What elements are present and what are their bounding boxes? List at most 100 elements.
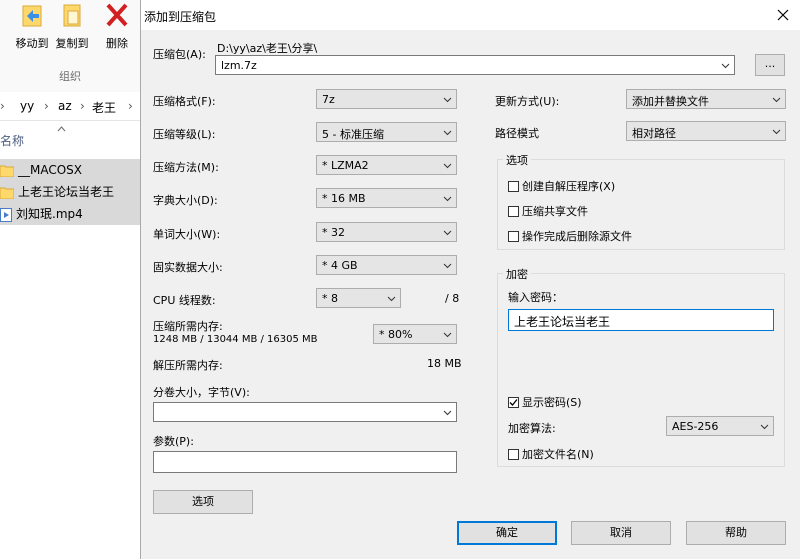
update-mode-select[interactable]: 添加并替换文件 [626,89,786,109]
level-select[interactable]: 5 - 标准压缩 [316,122,457,142]
help-button[interactable]: 帮助 [686,521,786,545]
update-mode-label: 更新方式(U): [495,95,560,108]
chevron-down-icon [721,63,730,69]
decompress-memory-value: 18 MB [427,357,462,370]
breadcrumb-separator-icon: › [0,99,5,113]
encryption-method-value: AES-256 [672,420,719,433]
sfx-checkbox-label: 创建自解压程序(X) [522,180,616,193]
solid-size-select[interactable]: * 4 GB [316,255,457,275]
volume-size-label: 分卷大小，字节(V): [153,386,250,399]
sfx-checkbox[interactable]: 创建自解压程序(X) [508,178,615,194]
decompress-memory-label: 解压所需内存: [153,359,223,372]
close-button[interactable] [769,2,797,28]
memory-usage-select[interactable]: * 80% [373,324,457,344]
delete-button[interactable]: 删除 [97,0,137,51]
chevron-down-icon [772,129,781,135]
file-name: __MACOSX [18,163,83,177]
shared-files-checkbox-label: 压缩共享文件 [522,205,588,218]
dictionary-select[interactable]: * 16 MB [316,188,457,208]
show-password-checkbox[interactable]: 显示密码(S) [508,394,582,410]
file-row[interactable]: 上老王论坛当老王 [0,181,140,203]
chevron-down-icon [760,424,769,430]
dialog-title: 添加到压缩包 [144,10,217,24]
archive-path: D:\yy\az\老王\分享\ [217,42,318,55]
breadcrumb-separator-icon: › [80,99,85,113]
checkbox-box[interactable] [508,231,519,242]
compress-memory-detail: 1248 MB / 13044 MB / 16305 MB [153,334,318,345]
folder-icon [0,187,14,199]
file-row[interactable]: __MACOSX [0,159,140,181]
password-label: 输入密码： [508,291,563,304]
format-select[interactable]: 7z [316,89,457,109]
memory-usage-value: * 80% [379,328,413,341]
delete-icon [106,3,128,27]
breadcrumb-item[interactable]: az [58,99,72,113]
browse-button[interactable]: ... [755,54,785,76]
parameters-input[interactable] [153,451,457,473]
path-mode-value: 相对路径 [632,127,676,140]
method-value: * LZMA2 [322,159,369,172]
encryption-group-title: 加密 [503,266,531,282]
checkbox-box[interactable] [508,397,519,408]
format-value: 7z [322,93,335,106]
chevron-down-icon [443,410,452,416]
volume-size-combobox[interactable] [153,402,457,422]
breadcrumb-separator-icon: › [44,99,49,113]
chevron-down-icon [387,296,396,302]
encrypt-names-checkbox[interactable]: 加密文件名(N) [508,446,594,462]
ok-button[interactable]: 确定 [457,521,557,545]
solid-size-label: 固实数据大小: [153,261,223,274]
address-bar[interactable]: › yy › az › 老王 › [0,92,140,121]
dictionary-value: * 16 MB [322,192,366,205]
password-input[interactable]: 上老王论坛当老王 [508,309,774,331]
checkbox-box[interactable] [508,206,519,217]
show-password-label: 显示密码(S) [522,396,582,409]
chevron-down-icon [443,196,452,202]
breadcrumb-separator-icon: › [128,99,133,113]
options-button[interactable]: 选项 [153,490,253,514]
move-to-button[interactable]: 移动到 [12,0,52,51]
column-header[interactable]: 名称 [0,122,140,152]
compress-memory-label: 压缩所需内存: [153,320,223,333]
method-label: 压缩方法(M): [153,161,219,174]
file-name: 刘知珉.mp4 [16,207,83,221]
chevron-down-icon [443,332,452,338]
path-mode-label: 路径模式 [495,127,539,140]
update-mode-value: 添加并替换文件 [632,95,709,108]
encryption-method-select[interactable]: AES-256 [666,416,774,436]
cancel-button[interactable]: 取消 [571,521,671,545]
word-size-select[interactable]: * 32 [316,222,457,242]
level-label: 压缩等级(L): [153,128,216,141]
chevron-down-icon [443,230,452,236]
breadcrumb-item[interactable]: 老王 [92,99,116,116]
threads-select[interactable]: * 8 [316,288,401,308]
chevron-down-icon [443,263,452,269]
folder-icon [0,165,14,177]
close-icon [777,9,789,21]
solid-size-value: * 4 GB [322,259,358,272]
archive-name-combobox[interactable]: lzm.7z [215,55,735,75]
options-group: 选项 创建自解压程序(X) 压缩共享文件 操作完成后删除源文件 [497,152,785,250]
sort-up-icon [57,126,66,132]
method-select[interactable]: * LZMA2 [316,155,457,175]
shared-files-checkbox[interactable]: 压缩共享文件 [508,203,588,219]
delete-after-checkbox[interactable]: 操作完成后删除源文件 [508,228,632,244]
path-mode-select[interactable]: 相对路径 [626,121,786,141]
file-name: 上老王论坛当老王 [18,185,115,199]
file-row[interactable]: 刘知珉.mp4 [0,203,140,225]
checkbox-box[interactable] [508,449,519,460]
dictionary-label: 字典大小(D): [153,194,218,207]
copy-to-button[interactable]: 复制到 [52,0,92,51]
checkbox-box[interactable] [508,181,519,192]
word-size-label: 单词大小(W): [153,228,221,241]
checkmark-icon [509,399,518,406]
copy-to-label: 复制到 [55,37,89,50]
level-value: 5 - 标准压缩 [322,128,384,141]
word-size-value: * 32 [322,226,345,239]
breadcrumb-item[interactable]: yy [20,99,34,113]
dialog-titlebar[interactable]: 添加到压缩包 [141,0,800,30]
encryption-method-label: 加密算法: [508,422,556,435]
move-to-label: 移动到 [15,37,49,50]
copy-to-icon [63,4,81,27]
encrypt-names-label: 加密文件名(N) [522,448,594,461]
